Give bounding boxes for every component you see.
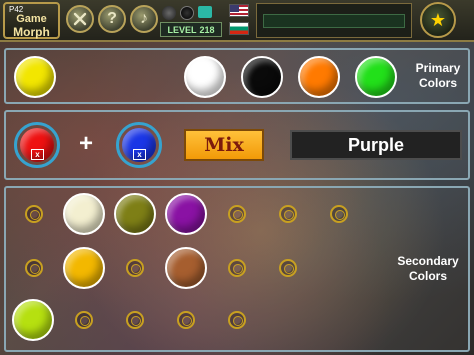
- secondary-label-line-2: Colors: [408, 269, 447, 283]
- plus-sign: +: [79, 130, 94, 157]
- logo-line-1: Game: [16, 13, 47, 25]
- game-stage: P42 Game Morph ? ♪ LEVEL 218 ★ Primary C…: [0, 0, 474, 355]
- found-ball-lime[interactable]: [12, 299, 54, 341]
- found-ball-cream[interactable]: [63, 193, 105, 235]
- music-button[interactable]: ♪: [130, 5, 158, 33]
- primary-label-line-1: Primary: [415, 61, 461, 75]
- progress-track: [263, 14, 405, 28]
- found-ball-olive[interactable]: [114, 193, 156, 235]
- mix-slot-left[interactable]: x: [14, 122, 60, 168]
- remove-left-button[interactable]: x: [31, 149, 44, 160]
- found-ball-amber[interactable]: [63, 247, 105, 289]
- found-ball-purple[interactable]: [165, 193, 207, 235]
- progress-panel: [256, 3, 412, 38]
- remove-right-button[interactable]: x: [133, 149, 146, 160]
- empty-slot: [177, 311, 195, 329]
- record-toggle[interactable]: [180, 6, 194, 20]
- mix-result: Purple: [290, 130, 462, 160]
- mix-panel: x + x Mix Purple: [4, 110, 470, 180]
- empty-slot: [126, 311, 144, 329]
- bulgarian-flag-icon[interactable]: [229, 22, 249, 35]
- mix-button[interactable]: Mix: [184, 129, 264, 161]
- logo-line-2: Morph: [13, 25, 50, 39]
- primary-colors-panel: Primary Colors: [4, 48, 470, 104]
- level-indicator: LEVEL 218: [160, 22, 222, 37]
- empty-slot: [228, 205, 246, 223]
- empty-slot: [330, 205, 348, 223]
- primary-ball-black[interactable]: [241, 56, 283, 98]
- sound-toggle[interactable]: [162, 6, 176, 20]
- music-icon: ♪: [140, 10, 148, 27]
- found-ball-brown[interactable]: [165, 247, 207, 289]
- empty-slot: [25, 205, 43, 223]
- top-bar: P42 Game Morph ? ♪ LEVEL 218 ★: [0, 0, 474, 42]
- help-icon: ?: [107, 10, 117, 27]
- primary-colors-label: Primary Colors: [408, 61, 468, 91]
- empty-slot: [228, 311, 246, 329]
- achievements-button[interactable]: ★: [420, 2, 456, 38]
- level-label: LEVEL: [167, 24, 197, 35]
- tools-button[interactable]: [66, 5, 94, 33]
- empty-slot: [126, 259, 144, 277]
- game-logo[interactable]: P42 Game Morph: [3, 2, 60, 39]
- primary-ball-orange[interactable]: [298, 56, 340, 98]
- screen-icon[interactable]: [198, 6, 212, 18]
- primary-ball-green[interactable]: [355, 56, 397, 98]
- empty-slot: [25, 259, 43, 277]
- help-button[interactable]: ?: [98, 5, 126, 33]
- tools-icon: [73, 12, 87, 26]
- star-icon: ★: [429, 9, 447, 30]
- secondary-label-line-1: Secondary: [397, 254, 459, 268]
- empty-slot: [75, 311, 93, 329]
- empty-slot: [228, 259, 246, 277]
- empty-slot: [279, 259, 297, 277]
- mix-slot-right[interactable]: x: [116, 122, 162, 168]
- primary-label-line-2: Colors: [418, 76, 457, 90]
- empty-slot: [279, 205, 297, 223]
- level-number: 218: [199, 24, 215, 35]
- secondary-colors-label: Secondary Colors: [388, 254, 468, 284]
- selected-primary-ball[interactable]: [14, 56, 56, 98]
- secondary-colors-panel: Secondary Colors: [4, 186, 470, 352]
- primary-ball-white[interactable]: [184, 56, 226, 98]
- english-flag-icon[interactable]: [229, 4, 249, 17]
